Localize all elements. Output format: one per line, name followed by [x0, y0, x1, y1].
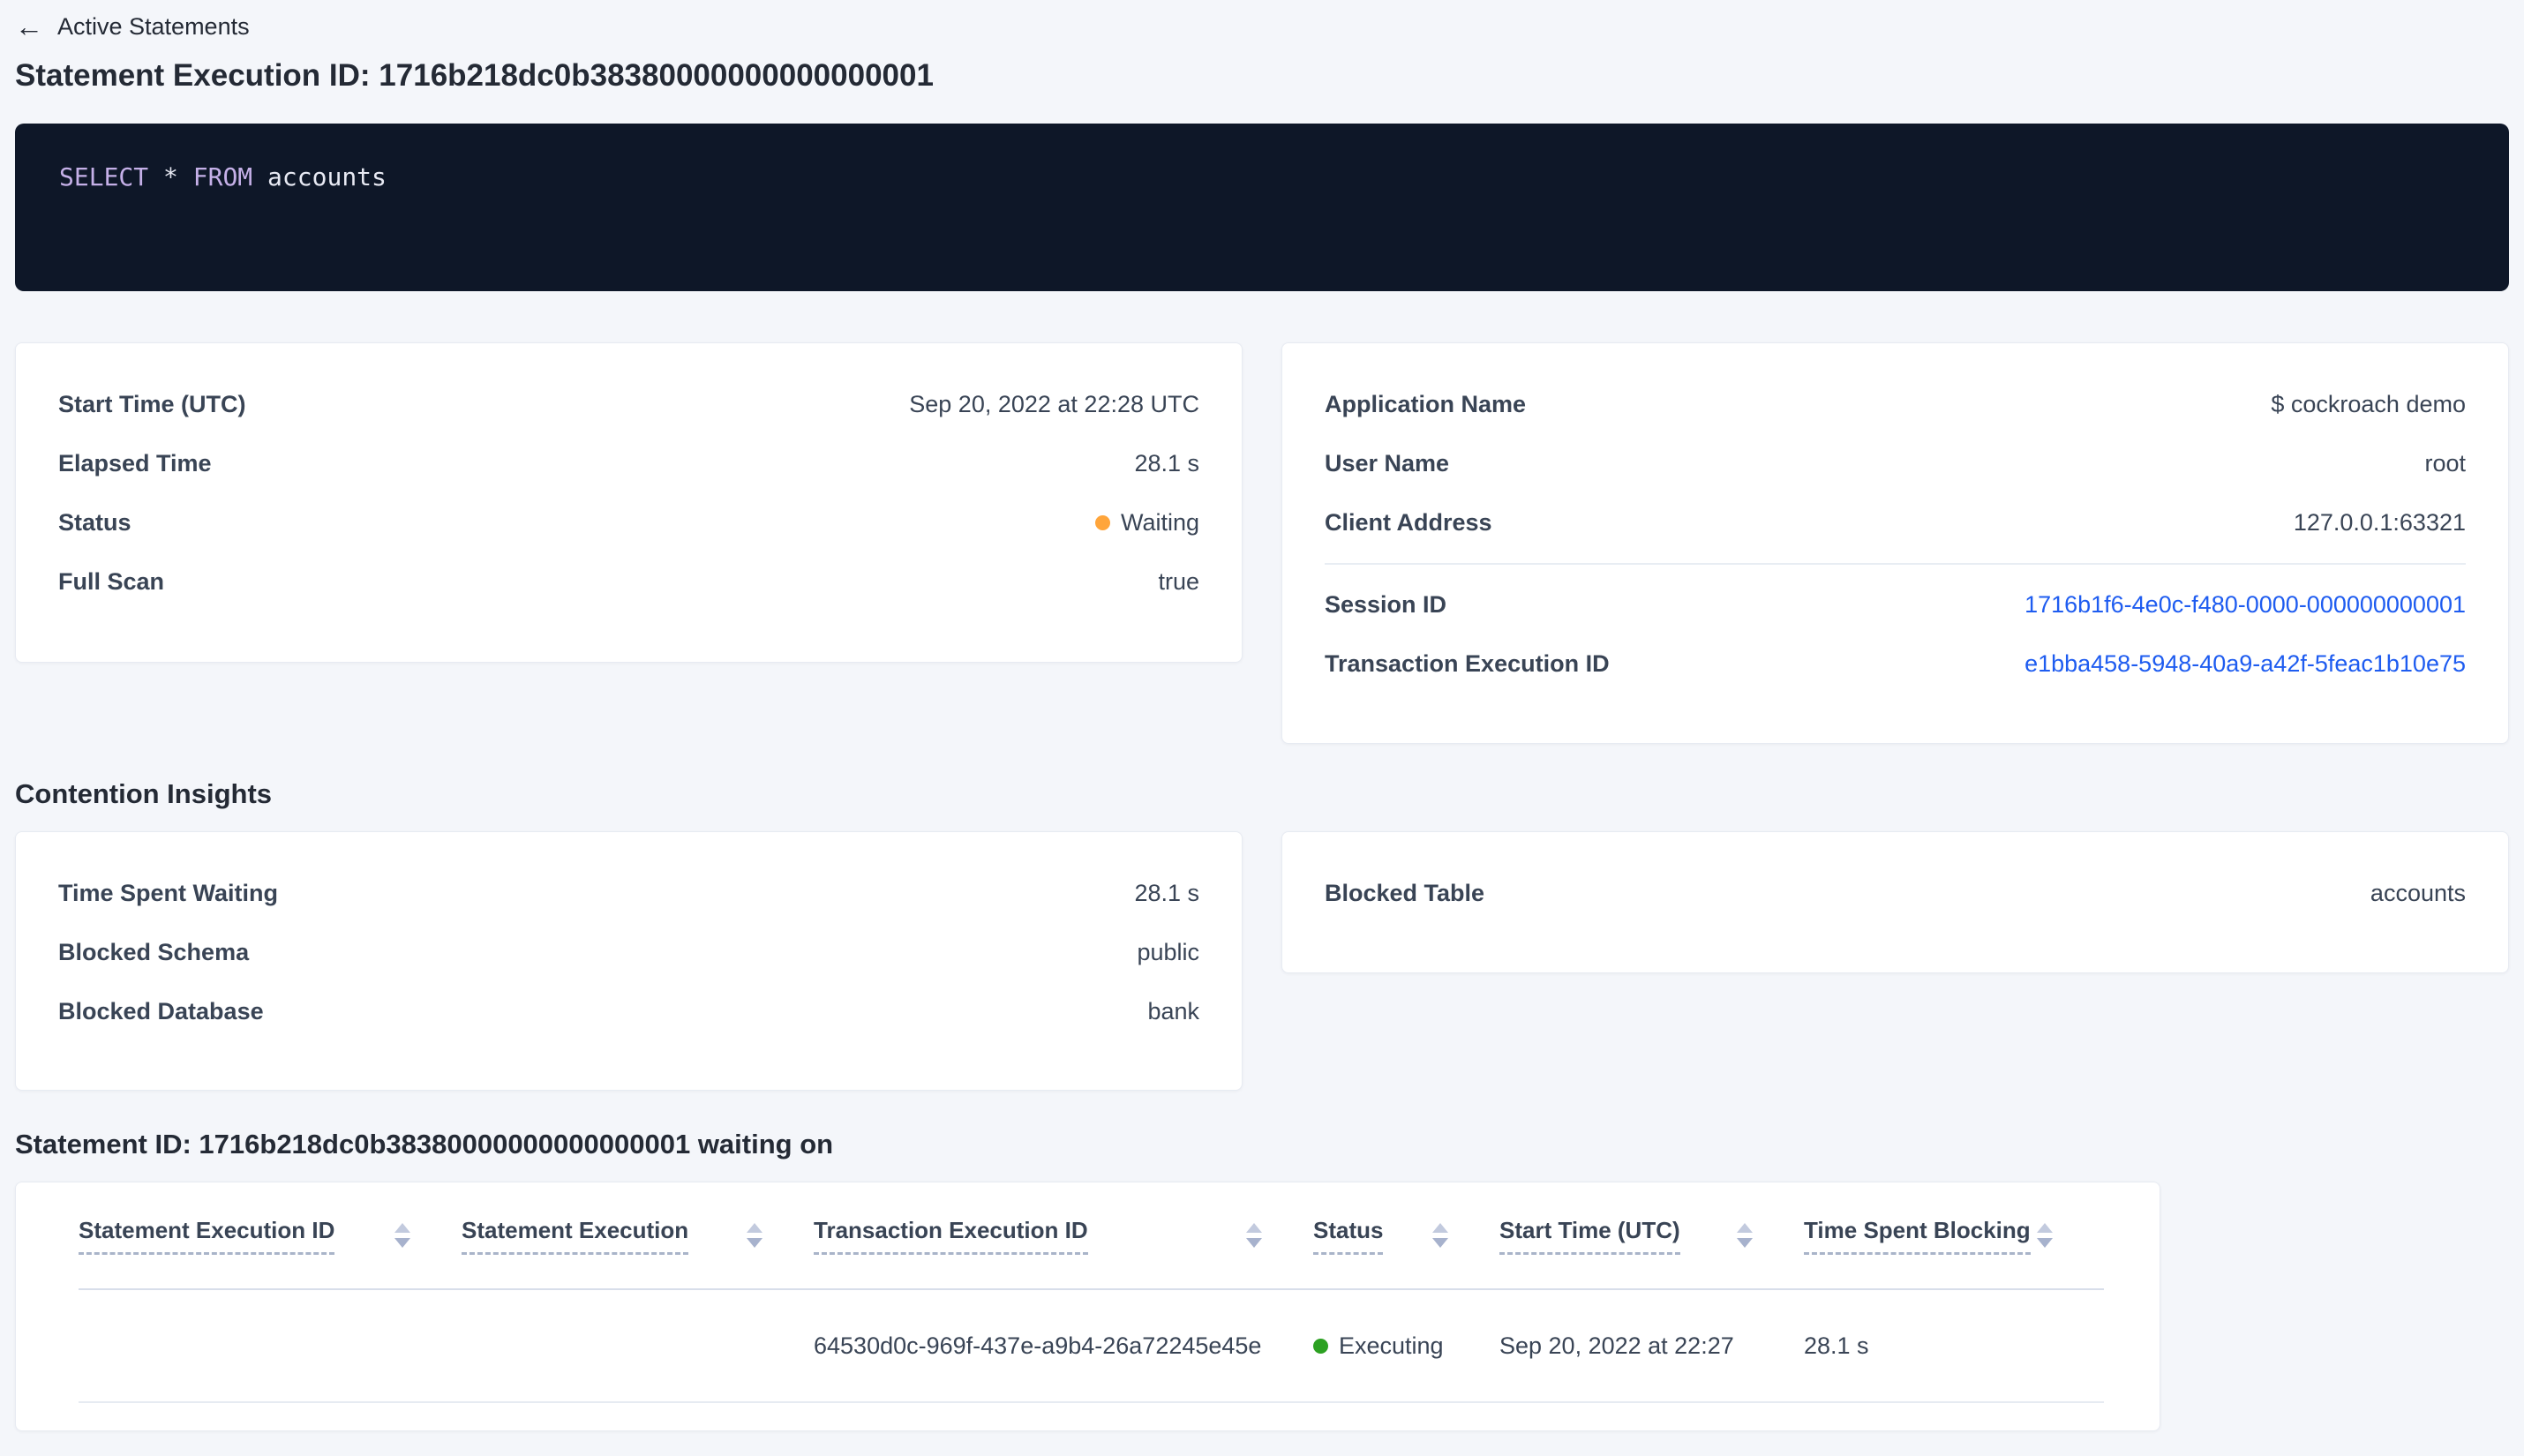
- detail-value: true: [1158, 568, 1199, 595]
- back-nav[interactable]: ← Active Statements: [15, 11, 2509, 42]
- cell-transaction-execution-id: 64530d0c-969f-437e-a9b4-26a72245e45e: [814, 1332, 1262, 1359]
- column-header-time-spent-blocking: Time Spent Blocking: [1804, 1217, 2104, 1255]
- column-header-label[interactable]: Statement Execution ID: [79, 1217, 335, 1255]
- cell-status: Executing: [1313, 1332, 1499, 1360]
- session-id-link[interactable]: 1716b1f6-4e0c-f480-0000-000000000001: [2024, 591, 2466, 619]
- detail-label: Time Spent Waiting: [58, 880, 279, 906]
- executing-status-dot-icon: [1313, 1338, 1328, 1354]
- detail-row-elapsed-time: Elapsed Time 28.1 s: [58, 434, 1199, 493]
- detail-row-full-scan: Full Scan true: [58, 552, 1199, 612]
- detail-row-time-spent-waiting: Time Spent Waiting 28.1 s: [58, 864, 1199, 923]
- status-badge: Waiting: [1094, 509, 1199, 537]
- sort-icon[interactable]: [1737, 1223, 1753, 1248]
- status-text: Waiting: [1120, 509, 1199, 536]
- cell-time-spent-blocking: 28.1 s: [1804, 1332, 1869, 1359]
- card-divider: [1325, 563, 2466, 565]
- detail-label: Start Time (UTC): [58, 391, 246, 417]
- detail-value: $ cockroach demo: [2271, 391, 2466, 417]
- overview-cards-row: Start Time (UTC) Sep 20, 2022 at 22:28 U…: [15, 342, 2509, 744]
- detail-label: Full Scan: [58, 568, 165, 595]
- column-header-statement-execution: Statement Execution: [462, 1217, 814, 1255]
- detail-row-application-name: Application Name $ cockroach demo: [1325, 375, 2466, 434]
- sql-table-name: accounts: [252, 162, 387, 191]
- sort-icon[interactable]: [2037, 1223, 2053, 1248]
- detail-label: Session ID: [1325, 591, 1447, 618]
- contention-cards-row: Time Spent Waiting 28.1 s Blocked Schema…: [15, 831, 2509, 1091]
- detail-row-session-id: Session ID 1716b1f6-4e0c-f480-0000-00000…: [1325, 575, 2466, 634]
- session-details-card: Application Name $ cockroach demo User N…: [1281, 342, 2509, 744]
- sort-icon[interactable]: [1246, 1223, 1262, 1248]
- column-header-label[interactable]: Status: [1313, 1217, 1384, 1255]
- detail-value: bank: [1147, 998, 1199, 1024]
- column-header-transaction-execution-id: Transaction Execution ID: [814, 1217, 1313, 1255]
- detail-label: Transaction Execution ID: [1325, 650, 1610, 677]
- sql-star: *: [148, 162, 193, 191]
- table-header-row: Statement Execution ID Statement Executi…: [79, 1182, 2104, 1290]
- contention-details-card: Time Spent Waiting 28.1 s Blocked Schema…: [15, 831, 1243, 1091]
- detail-label: User Name: [1325, 450, 1450, 477]
- detail-label: Blocked Database: [58, 998, 264, 1024]
- sort-icon[interactable]: [747, 1223, 762, 1248]
- execution-details-card: Start Time (UTC) Sep 20, 2022 at 22:28 U…: [15, 342, 1243, 663]
- detail-row-blocked-table: Blocked Table accounts: [1325, 864, 2466, 923]
- sql-statement-text: SELECT * FROM accounts: [59, 162, 2465, 191]
- column-header-status: Status: [1313, 1217, 1499, 1255]
- detail-row-blocked-database: Blocked Database bank: [58, 982, 1199, 1041]
- detail-label: Application Name: [1325, 391, 1527, 417]
- table-row: 64530d0c-969f-437e-a9b4-26a72245e45e Exe…: [79, 1290, 2104, 1403]
- statement-execution-details-page: ← Active Statements Statement Execution …: [0, 0, 2524, 1431]
- transaction-execution-id-link[interactable]: e1bba458-5948-40a9-a42f-5feac1b10e75: [2024, 650, 2466, 678]
- column-header-label[interactable]: Statement Execution: [462, 1217, 689, 1255]
- blocked-table-card: Blocked Table accounts: [1281, 831, 2509, 973]
- detail-value: 28.1 s: [1134, 450, 1199, 477]
- detail-row-transaction-execution-id: Transaction Execution ID e1bba458-5948-4…: [1325, 634, 2466, 694]
- contention-insights-heading: Contention Insights: [15, 778, 273, 809]
- sort-icon[interactable]: [1432, 1223, 1448, 1248]
- page-title: Statement Execution ID: 1716b218dc0b3838…: [15, 58, 934, 93]
- detail-row-user-name: User Name root: [1325, 434, 2466, 493]
- detail-value: Sep 20, 2022 at 22:28 UTC: [909, 391, 1199, 417]
- detail-row-start-time: Start Time (UTC) Sep 20, 2022 at 22:28 U…: [58, 375, 1199, 434]
- waiting-status-dot-icon: [1094, 515, 1110, 530]
- status-text: Executing: [1339, 1332, 1444, 1359]
- detail-value: 127.0.0.1:63321: [2293, 509, 2466, 536]
- detail-value: 28.1 s: [1134, 880, 1199, 906]
- waiting-on-table: Statement Execution ID Statement Executi…: [15, 1182, 2160, 1431]
- column-header-label[interactable]: Transaction Execution ID: [814, 1217, 1088, 1255]
- detail-value: accounts: [2370, 880, 2466, 906]
- column-header-statement-execution-id: Statement Execution ID: [79, 1217, 462, 1255]
- sql-keyword-from: FROM: [192, 162, 253, 191]
- back-link-active-statements[interactable]: Active Statements: [57, 13, 250, 41]
- detail-value: root: [2424, 450, 2466, 477]
- detail-label: Status: [58, 509, 131, 536]
- detail-value: public: [1137, 939, 1199, 965]
- detail-row-blocked-schema: Blocked Schema public: [58, 923, 1199, 982]
- detail-label: Blocked Schema: [58, 939, 250, 965]
- sort-icon[interactable]: [394, 1223, 410, 1248]
- column-header-label[interactable]: Time Spent Blocking: [1804, 1217, 2031, 1255]
- detail-row-client-address: Client Address 127.0.0.1:63321: [1325, 493, 2466, 552]
- back-arrow-icon: ←: [15, 11, 43, 42]
- sql-keyword-select: SELECT: [59, 162, 149, 191]
- waiting-on-heading: Statement ID: 1716b218dc0b38380000000000…: [15, 1129, 834, 1160]
- sql-statement-box: SELECT * FROM accounts: [15, 124, 2509, 291]
- cell-start-time: Sep 20, 2022 at 22:27: [1499, 1332, 1734, 1359]
- detail-label: Blocked Table: [1325, 880, 1485, 906]
- detail-label: Elapsed Time: [58, 450, 212, 477]
- detail-row-status: Status Waiting: [58, 493, 1199, 552]
- column-header-label[interactable]: Start Time (UTC): [1499, 1217, 1680, 1255]
- column-header-start-time: Start Time (UTC): [1499, 1217, 1804, 1255]
- detail-label: Client Address: [1325, 509, 1492, 536]
